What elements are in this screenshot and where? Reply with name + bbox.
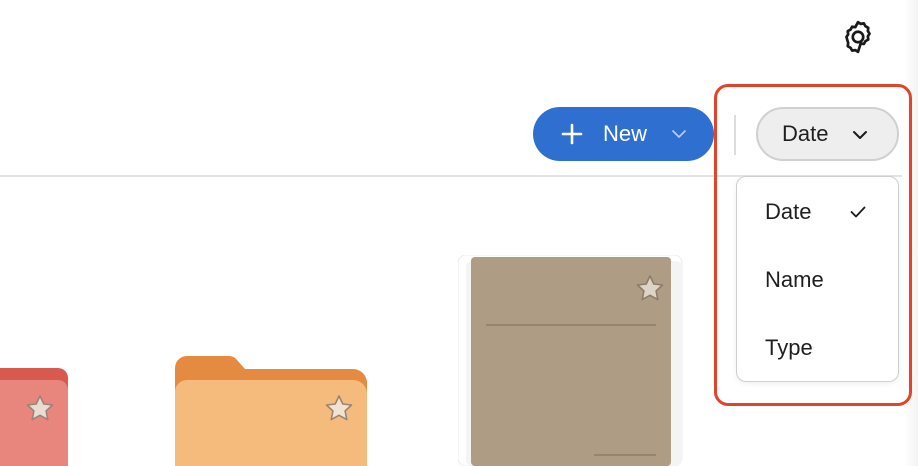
sort-dropdown-label: Date (782, 121, 829, 146)
folder-red[interactable] (0, 366, 70, 466)
sort-option-label: Name (765, 267, 824, 292)
toolbar-divider (734, 115, 736, 155)
sort-option-label: Type (765, 335, 813, 360)
star-icon[interactable] (323, 393, 355, 425)
settings-button[interactable] (838, 17, 878, 57)
sort-option-date[interactable]: Date (737, 182, 898, 242)
sort-menu: Date Name Type (736, 176, 899, 382)
sort-dropdown-button[interactable]: Date (756, 107, 899, 161)
sort-option-name[interactable]: Name (737, 250, 898, 310)
checkmark-icon (850, 206, 866, 218)
star-icon[interactable] (634, 273, 666, 305)
new-button-label: New (603, 121, 648, 146)
star-icon[interactable] (24, 393, 56, 425)
sort-option-type[interactable]: Type (737, 318, 898, 378)
gear-icon (845, 20, 871, 54)
chevron-down-icon (672, 130, 686, 138)
notebook-item[interactable] (457, 254, 686, 466)
app-window: New Date Date Name Type (0, 0, 918, 466)
plus-icon (561, 123, 583, 145)
sort-option-label: Date (765, 199, 812, 224)
new-button[interactable]: New (533, 107, 714, 161)
scroll-edge-shadow (904, 0, 918, 466)
chevron-down-icon (853, 131, 867, 139)
folder-orange[interactable] (173, 352, 369, 466)
